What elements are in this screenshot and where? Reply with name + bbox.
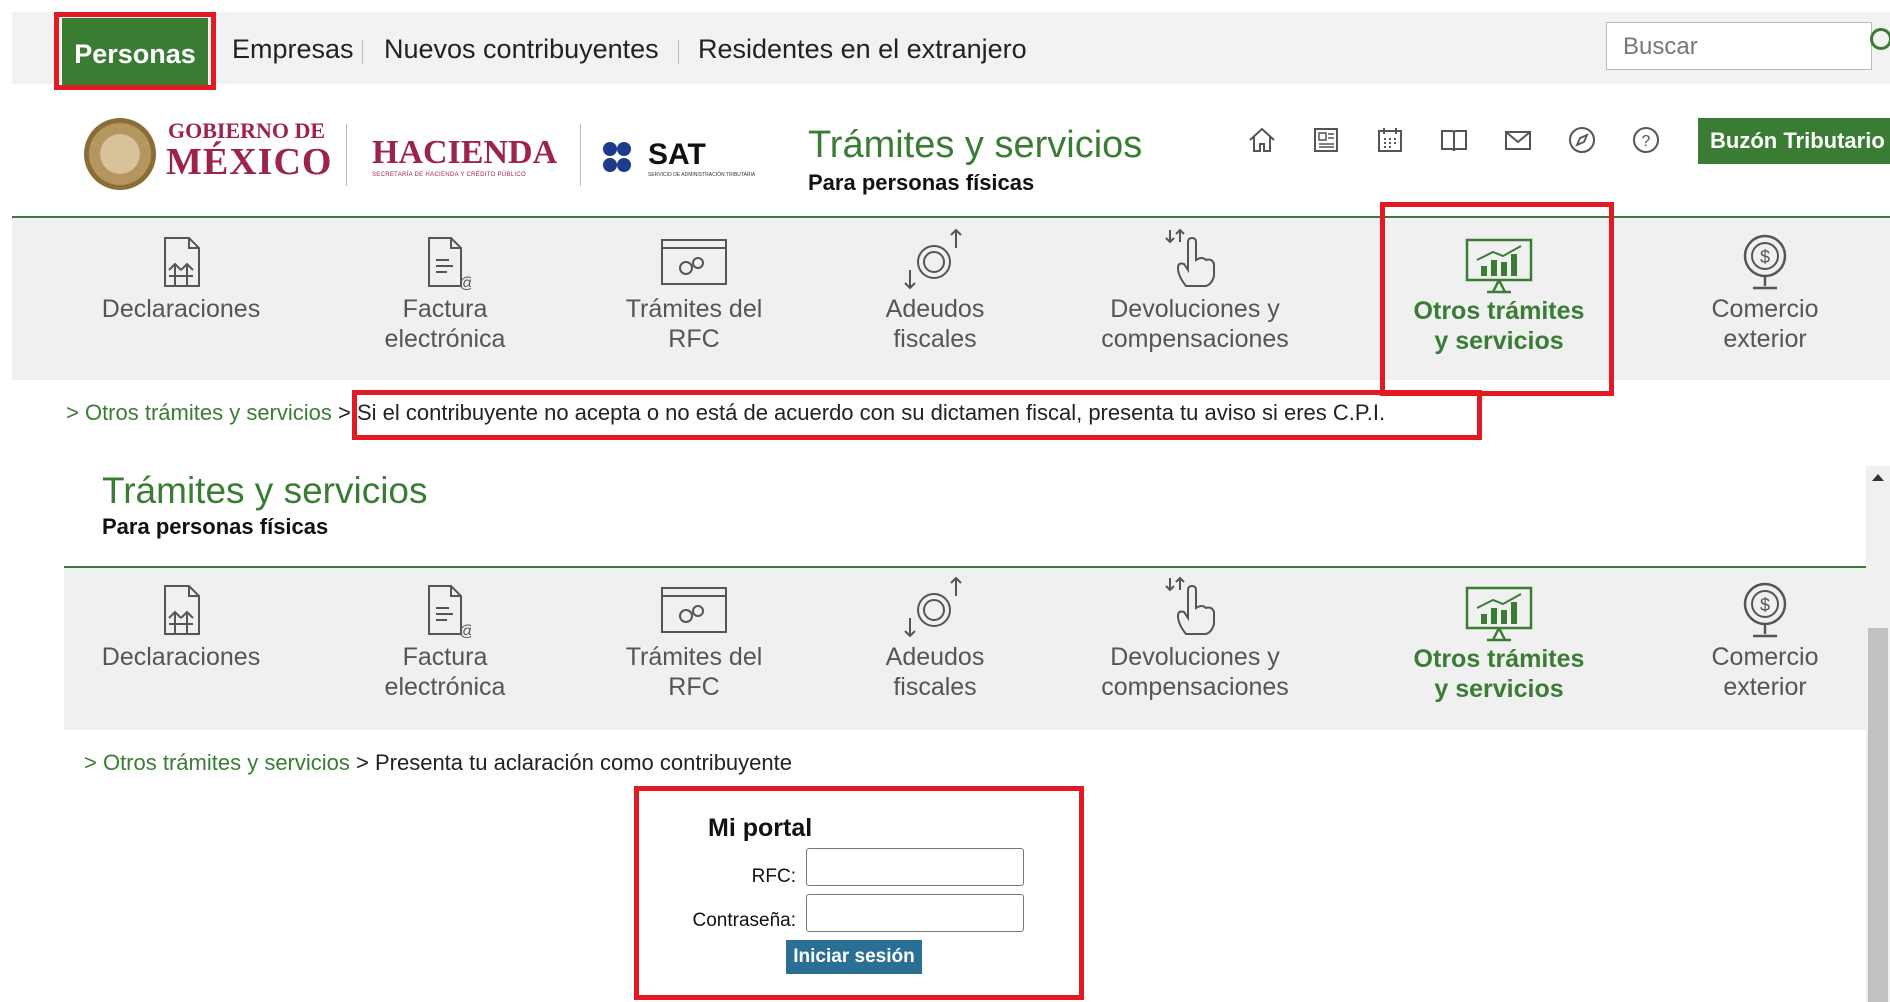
category-devoluciones[interactable]: Devoluciones y compensaciones <box>1090 574 1300 702</box>
category-label: Devoluciones y <box>1110 295 1280 323</box>
devoluciones-icon <box>1165 576 1215 635</box>
category-tramites-rfc[interactable]: Trámites del RFC <box>606 230 782 354</box>
category-declaraciones[interactable]: Declaraciones <box>96 578 266 672</box>
highlight-box-otros-tramites <box>1380 202 1614 396</box>
breadcrumb-link-otros-tramites[interactable]: > Otros trámites y servicios <box>66 400 332 425</box>
category-label: Trámites del <box>625 643 763 671</box>
category-label: Declaraciones <box>101 643 261 671</box>
sat-subtitle: SERVICIO DE ADMINISTRACIÓN TRIBUTARIA <box>648 172 756 178</box>
category-label: compensaciones <box>1101 325 1289 353</box>
book-icon[interactable] <box>1438 124 1470 156</box>
category-label: fiscales <box>893 673 977 701</box>
category-factura-electronica[interactable]: @ Factura electrónica <box>360 578 530 702</box>
svg-text:$: $ <box>1760 247 1770 267</box>
sat-mark-icon <box>603 142 631 172</box>
breadcrumb-current: > Presenta tu aclaración como contribuye… <box>356 750 792 775</box>
svg-text:?: ? <box>1642 133 1651 150</box>
category-label: fiscales <box>893 325 977 353</box>
buzon-tributario-button[interactable]: Buzón Tributario <box>1698 118 1890 164</box>
adeudos-icon <box>904 228 962 290</box>
scroll-up-arrow-icon[interactable] <box>1872 474 1884 481</box>
comercio-icon: $ <box>1743 582 1787 638</box>
calendar-icon[interactable] <box>1374 124 1406 156</box>
category-otros-tramites[interactable]: Otros trámites y servicios <box>1394 580 1604 704</box>
help-icon[interactable]: ? <box>1630 124 1662 156</box>
breadcrumb-link-otros-tramites[interactable]: > Otros trámites y servicios <box>84 750 350 775</box>
compass-icon[interactable] <box>1566 124 1598 156</box>
svg-text:@: @ <box>459 275 471 292</box>
category-label: Devoluciones y <box>1110 643 1280 671</box>
category-label: Comercio <box>1711 643 1819 671</box>
news-icon[interactable] <box>1310 124 1342 156</box>
logo-separator <box>580 124 581 186</box>
declaraciones-icon <box>164 585 200 635</box>
otros-tramites-icon <box>1465 586 1533 642</box>
category-comercio-exterior[interactable]: $ Comercio exterior <box>1690 230 1840 354</box>
svg-text:$: $ <box>1760 595 1770 615</box>
highlight-box-breadcrumb <box>352 390 1482 440</box>
adeudos-icon <box>904 576 962 638</box>
category-label: exterior <box>1723 325 1807 353</box>
category-declaraciones[interactable]: Declaraciones <box>96 230 266 324</box>
mexico-seal-logo <box>84 118 156 190</box>
comercio-icon: $ <box>1743 234 1787 290</box>
logo-separator <box>346 124 347 186</box>
nav-nuevos-contribuyentes[interactable]: Nuevos contribuyentes <box>384 34 659 65</box>
category-label: RFC <box>668 673 720 701</box>
gobierno-mexico-text: MÉXICO <box>166 141 333 183</box>
category-factura-electronica[interactable]: @ Factura electrónica <box>360 230 530 354</box>
factura-icon: @ <box>428 237 471 292</box>
search-icon[interactable] <box>1870 28 1890 50</box>
category-label: electrónica <box>384 673 506 701</box>
scrollbar-thumb[interactable] <box>1868 628 1888 1002</box>
category-label: Factura <box>402 295 488 323</box>
rfc-icon <box>661 239 727 285</box>
hacienda-logo[interactable]: HACIENDA <box>372 134 557 172</box>
category-tramites-rfc[interactable]: Trámites del RFC <box>606 578 782 702</box>
section-subtitle: Para personas físicas <box>102 514 329 539</box>
category-label: exterior <box>1723 673 1807 701</box>
section-title: Trámites y servicios <box>102 470 428 511</box>
page-title: Trámites y servicios <box>808 124 1143 166</box>
category-label: Otros trámites <box>1413 645 1585 673</box>
category-label: RFC <box>668 325 720 353</box>
category-label: Factura <box>402 643 488 671</box>
category-label: Adeudos <box>885 643 985 671</box>
highlight-box-personas <box>54 12 216 90</box>
search-input[interactable]: Buscar <box>1606 22 1872 70</box>
breadcrumb: > Otros trámites y servicios > Presenta … <box>84 750 792 776</box>
category-label: compensaciones <box>1101 673 1289 701</box>
category-label: Declaraciones <box>101 295 261 323</box>
nav-separator <box>678 40 679 64</box>
nav-empresas[interactable]: Empresas <box>232 34 354 65</box>
category-label: Comercio <box>1711 295 1819 323</box>
nav-residentes-extranjero[interactable]: Residentes en el extranjero <box>698 34 1027 65</box>
nav-separator <box>362 40 363 64</box>
category-label: Trámites del <box>625 295 763 323</box>
category-label: electrónica <box>384 325 506 353</box>
devoluciones-icon <box>1165 228 1215 287</box>
sat-logo[interactable]: SAT <box>648 138 706 172</box>
factura-icon: @ <box>428 585 471 640</box>
category-label: Adeudos <box>885 295 985 323</box>
mail-icon[interactable] <box>1502 124 1534 156</box>
declaraciones-icon <box>164 237 200 287</box>
category-comercio-exterior[interactable]: $ Comercio exterior <box>1690 578 1840 702</box>
svg-text:@: @ <box>459 623 471 640</box>
home-icon[interactable] <box>1246 124 1278 156</box>
category-devoluciones[interactable]: Devoluciones y compensaciones <box>1090 226 1300 354</box>
rfc-icon <box>661 587 727 633</box>
category-adeudos-fiscales[interactable]: Adeudos fiscales <box>860 226 1010 354</box>
page-subtitle: Para personas físicas <box>808 170 1035 195</box>
category-label: y servicios <box>1434 675 1564 703</box>
category-adeudos-fiscales[interactable]: Adeudos fiscales <box>860 574 1010 702</box>
hacienda-subtitle: SECRETARÍA DE HACIENDA Y CRÉDITO PÚBLICO <box>372 172 526 178</box>
highlight-box-login <box>634 786 1084 1000</box>
